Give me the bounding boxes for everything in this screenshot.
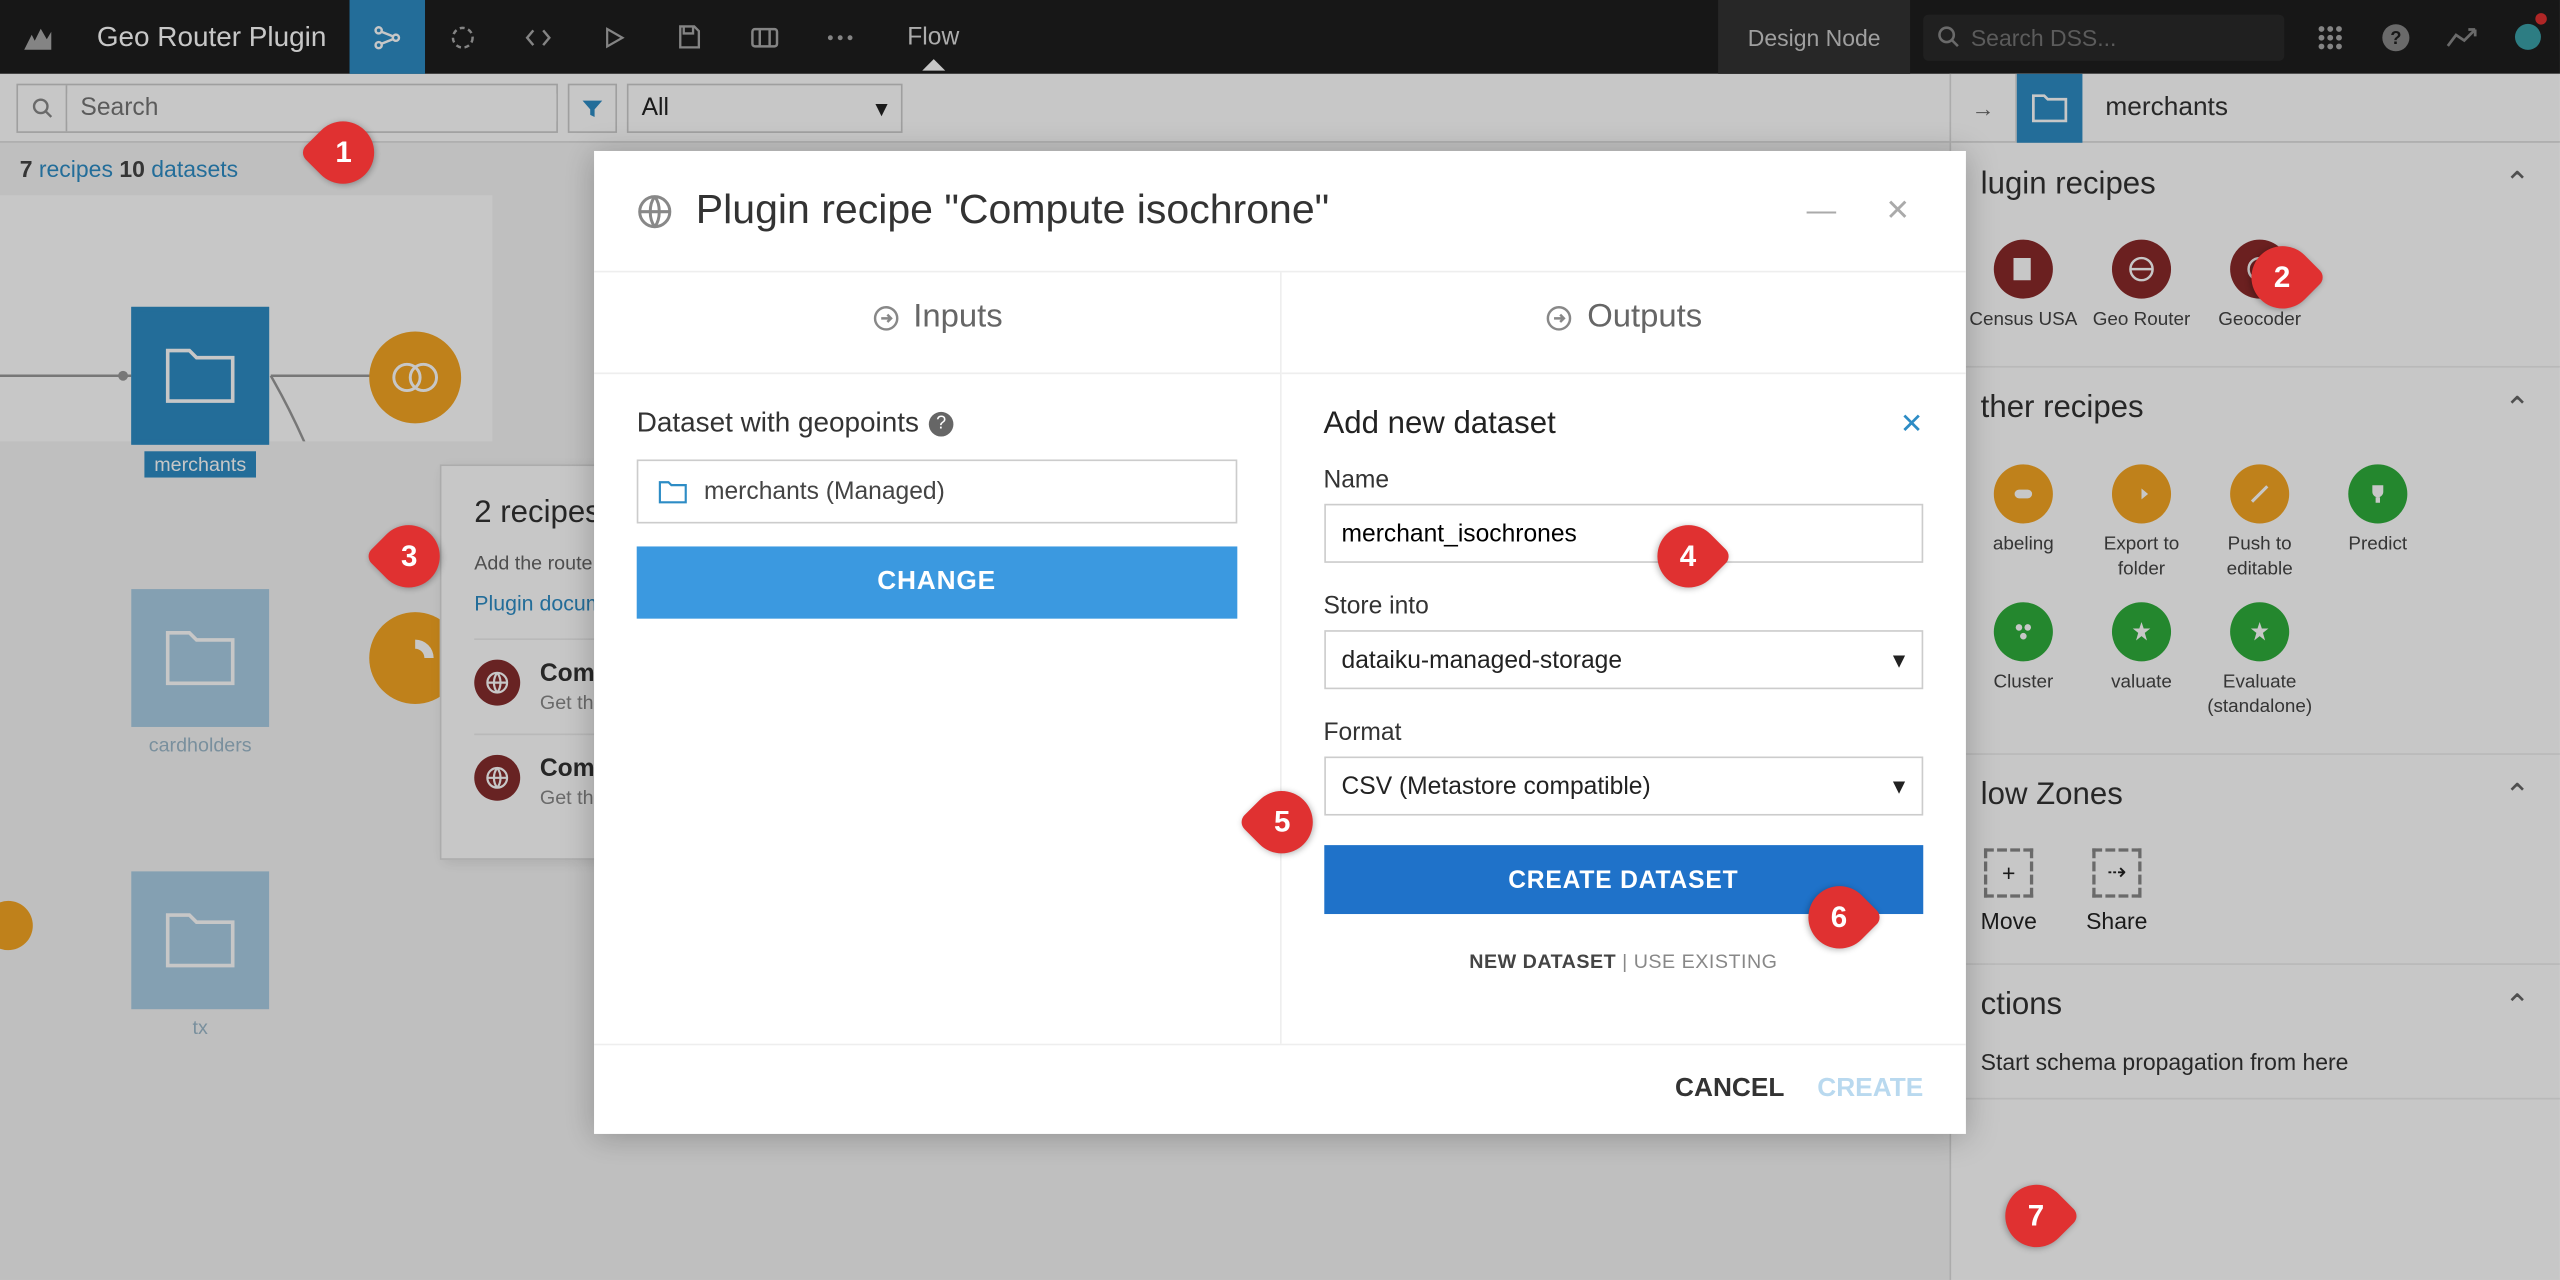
use-existing-tab[interactable]: USE EXISTING [1634, 950, 1778, 973]
format-label: Format [1323, 719, 1923, 747]
inputs-column: Inputs Dataset with geopoints ? merchant… [594, 272, 1279, 1043]
store-label: Store into [1323, 592, 1923, 620]
chevron-down-icon: ▾ [1893, 645, 1905, 675]
change-button[interactable]: CHANGE [637, 546, 1237, 618]
store-into-select[interactable]: dataiku-managed-storage ▾ [1323, 630, 1923, 689]
plugin-recipe-modal: Plugin recipe "Compute isochrone" — ✕ In… [594, 151, 1966, 1134]
minimize-button[interactable]: — [1793, 194, 1849, 228]
modal-title: Plugin recipe "Compute isochrone" [696, 187, 1771, 235]
close-button[interactable]: ✕ [1872, 194, 1923, 228]
dataset-name-input[interactable] [1323, 504, 1923, 563]
modal-header: Plugin recipe "Compute isochrone" — ✕ [594, 151, 1966, 272]
dataset-geopoints-label: Dataset with geopoints ? [637, 407, 1237, 440]
modal-footer: CANCEL CREATE [594, 1044, 1966, 1134]
close-add-dataset[interactable]: ✕ [1900, 409, 1923, 442]
dataset-mode-toggle: NEW DATASET | USE EXISTING [1323, 950, 1923, 973]
new-dataset-tab[interactable]: NEW DATASET [1469, 950, 1616, 973]
cancel-button[interactable]: CANCEL [1675, 1075, 1784, 1105]
inputs-header: Inputs [594, 272, 1279, 374]
chevron-down-icon: ▾ [1893, 771, 1905, 801]
format-select[interactable]: CSV (Metastore compatible) ▾ [1323, 757, 1923, 816]
name-label: Name [1323, 466, 1923, 494]
globe-icon [637, 193, 673, 229]
help-icon[interactable]: ? [929, 411, 954, 436]
create-button[interactable]: CREATE [1817, 1075, 1923, 1105]
outputs-header: Outputs [1281, 272, 1966, 374]
input-dataset-chip[interactable]: merchants (Managed) [637, 459, 1237, 523]
add-dataset-header: Add new dataset ✕ [1323, 407, 1923, 443]
